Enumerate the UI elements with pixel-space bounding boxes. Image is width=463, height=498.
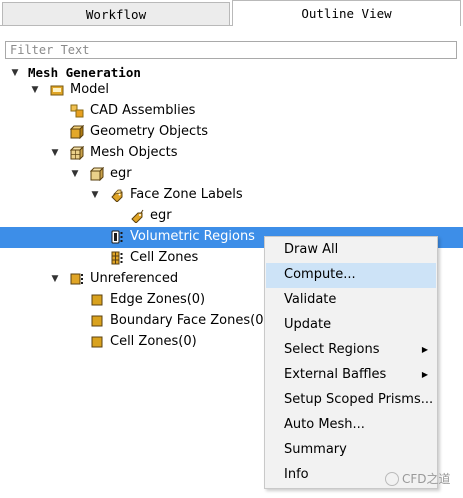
- tree-label: egr: [150, 208, 172, 223]
- expand-arrow-icon[interactable]: ▼: [50, 274, 60, 284]
- menu-item-label: Setup Scoped Prisms...: [284, 392, 434, 407]
- cell-zones-icon: [111, 251, 123, 265]
- tree-label: Cell Zones(0): [110, 334, 197, 349]
- tree-label: Mesh Generation: [28, 65, 141, 80]
- tree-item-face-zone-labels[interactable]: ▼ Face Zone Labels: [0, 185, 463, 206]
- zone-square-icon: [91, 336, 103, 348]
- tab-divider: [0, 25, 232, 26]
- menu-item-label: External Baffles: [284, 367, 387, 382]
- watermark-text: CFD之道: [402, 472, 451, 486]
- tree-label: Unreferenced: [90, 271, 179, 286]
- submenu-arrow-icon: ▶: [421, 370, 428, 379]
- tab-workflow[interactable]: Workflow: [2, 2, 230, 26]
- unreferenced-icon: [70, 273, 83, 285]
- expand-arrow-icon[interactable]: ▼: [10, 68, 20, 78]
- menu-item-setup-scoped-prisms[interactable]: Setup Scoped Prisms...: [266, 388, 436, 413]
- tree-item-mesh-objects[interactable]: ▼ Mesh Objects: [0, 143, 463, 164]
- tree-label: Volumetric Regions: [130, 229, 255, 244]
- label-tag-icon: [131, 209, 144, 223]
- tree-label: Model: [70, 82, 110, 97]
- cad-assembly-icon: [70, 104, 84, 118]
- watermark: CFD之道: [385, 470, 451, 487]
- expand-arrow-icon[interactable]: ▼: [50, 148, 60, 158]
- watermark-logo-icon: [385, 471, 399, 486]
- context-menu: Draw All Compute... Validate Update Sele…: [264, 236, 438, 489]
- menu-item-summary[interactable]: Summary: [266, 438, 436, 463]
- zone-square-icon: [91, 294, 103, 306]
- menu-item-label: Compute...: [284, 267, 356, 282]
- zone-square-icon: [91, 315, 103, 327]
- menu-item-select-regions[interactable]: Select Regions ▶: [266, 338, 436, 363]
- volumetric-regions-icon: [111, 230, 123, 244]
- mesh-object-icon: [90, 167, 104, 181]
- tree-label: Edge Zones(0): [110, 292, 206, 307]
- geometry-objects-icon: [70, 125, 84, 139]
- menu-item-validate[interactable]: Validate: [266, 288, 436, 313]
- tree-label: Boundary Face Zones(0): [110, 313, 269, 328]
- tree-item-egr-label[interactable]: egr: [0, 206, 463, 227]
- menu-item-label: Select Regions: [284, 342, 380, 357]
- tree-label: CAD Assemblies: [90, 103, 196, 118]
- menu-item-label: Update: [284, 317, 332, 332]
- mesh-objects-icon: [70, 146, 84, 160]
- tree-item-geometry-objects[interactable]: Geometry Objects: [0, 122, 463, 143]
- menu-item-label: Info: [284, 467, 309, 482]
- tree-label: egr: [110, 166, 132, 181]
- submenu-arrow-icon: ▶: [421, 345, 428, 354]
- tree-label: Cell Zones: [130, 250, 199, 265]
- tab-bar: Workflow Outline View: [0, 0, 463, 26]
- tree-label: Mesh Objects: [90, 145, 178, 160]
- tree-item-egr[interactable]: ▼ egr: [0, 164, 463, 185]
- menu-item-label: Draw All: [284, 242, 339, 257]
- expand-arrow-icon[interactable]: ▼: [90, 190, 100, 200]
- tree-label: Face Zone Labels: [130, 187, 243, 202]
- expand-arrow-icon[interactable]: ▼: [30, 85, 40, 95]
- menu-item-label: Summary: [284, 442, 347, 457]
- menu-item-label: Auto Mesh...: [284, 417, 365, 432]
- menu-item-draw-all[interactable]: Draw All: [266, 238, 436, 263]
- menu-item-update[interactable]: Update: [266, 313, 436, 338]
- tab-outline-view[interactable]: Outline View: [232, 0, 461, 26]
- filter-input[interactable]: [5, 41, 457, 59]
- expand-arrow-icon[interactable]: ▼: [70, 169, 80, 179]
- model-icon: [50, 85, 64, 96]
- menu-item-label: Validate: [284, 292, 337, 307]
- tree-item-model[interactable]: ▼ Model: [0, 80, 463, 101]
- menu-item-external-baffles[interactable]: External Baffles ▶: [266, 363, 436, 388]
- menu-item-compute[interactable]: Compute...: [266, 263, 436, 288]
- label-tag-icon: [111, 189, 123, 202]
- tree-label: Geometry Objects: [90, 124, 209, 139]
- tree-item-cad-assemblies[interactable]: CAD Assemblies: [0, 101, 463, 122]
- menu-item-auto-mesh[interactable]: Auto Mesh...: [266, 413, 436, 438]
